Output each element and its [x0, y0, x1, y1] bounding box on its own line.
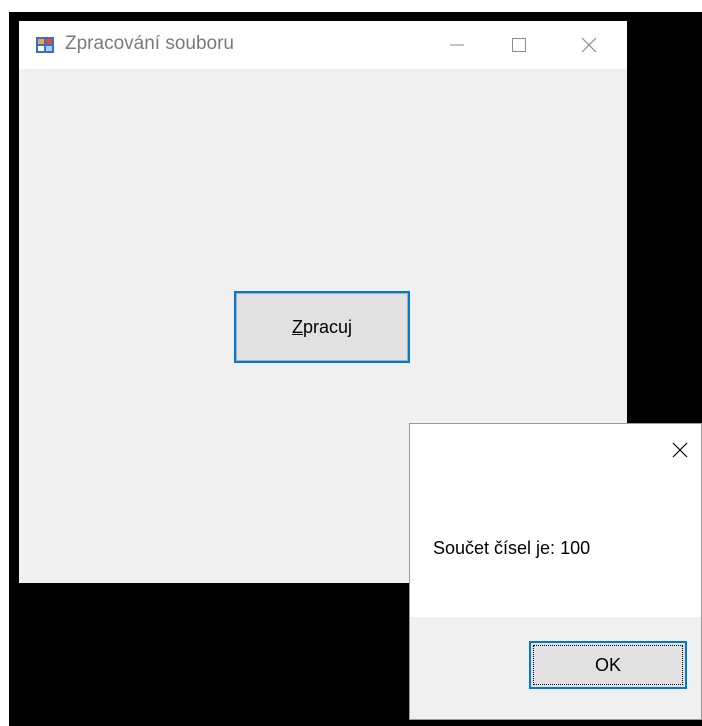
message-text: Součet čísel je: 100 — [433, 538, 591, 558]
title-bar[interactable]: Zpracování souboru — [19, 21, 627, 69]
message-footer: OK — [410, 617, 701, 719]
process-button-label: pracuj — [302, 316, 353, 337]
app-icon — [36, 37, 54, 53]
minimize-icon — [450, 44, 464, 46]
process-button-mnemonic: Z — [291, 316, 303, 337]
minimize-button[interactable] — [427, 21, 487, 69]
close-icon — [672, 442, 688, 458]
message-close-button[interactable] — [662, 432, 698, 468]
maximize-button[interactable] — [489, 21, 549, 69]
close-icon — [581, 37, 597, 53]
ok-button[interactable]: OK — [529, 641, 687, 689]
focus-rectangle — [533, 645, 683, 685]
window-title: Zpracování souboru — [65, 33, 234, 54]
close-button[interactable] — [559, 21, 619, 69]
maximize-icon — [512, 38, 526, 52]
process-button-face: Zpracuj — [236, 293, 408, 361]
process-button[interactable]: Zpracuj — [234, 291, 410, 363]
message-box: Součet čísel je: 100 OK — [409, 423, 702, 720]
